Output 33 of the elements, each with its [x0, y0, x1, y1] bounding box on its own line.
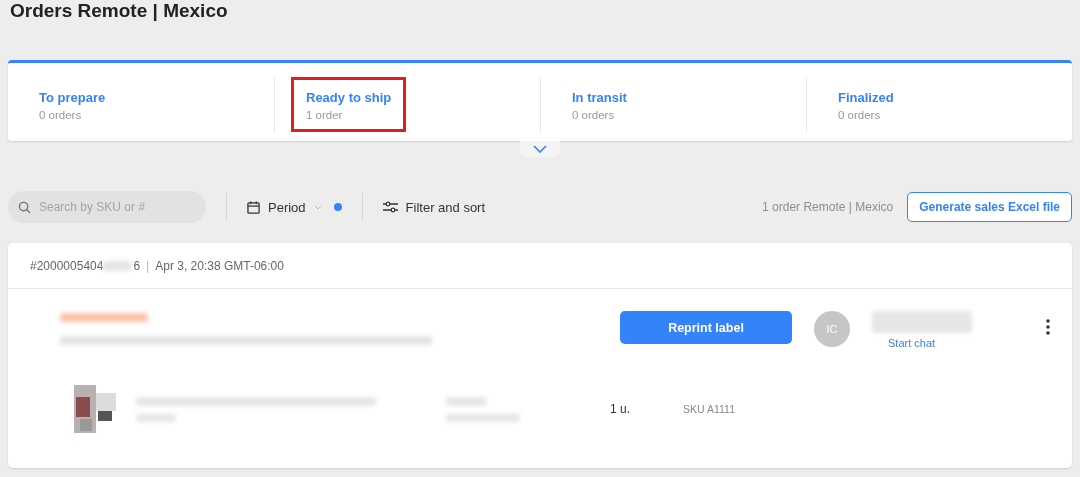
period-filter[interactable]: Period — [247, 199, 322, 215]
tab-label: To prepare — [39, 90, 106, 105]
search-box[interactable]: Search by SKU or # — [8, 191, 206, 223]
order-summary: 1 order Remote | Mexico — [762, 200, 894, 214]
separator: | — [146, 258, 150, 273]
status-tab[interactable]: In transit 0 orders — [557, 77, 642, 132]
status-tab[interactable]: To prepare 0 orders — [24, 77, 121, 132]
search-field[interactable]: Search by SKU or # — [37, 199, 191, 215]
item-sku: SKU A1111 — [683, 403, 735, 415]
tab-label: In transit — [572, 90, 627, 105]
more-options-icon[interactable] — [1046, 319, 1050, 335]
tab-count: 0 orders — [39, 109, 82, 121]
tab-count: 0 orders — [572, 109, 615, 121]
status-tab[interactable]: Ready to ship 1 order — [291, 77, 407, 132]
page-title: Orders Remote | Mexico — [9, 0, 229, 22]
reprint-label-button[interactable]: Reprint label — [620, 311, 792, 344]
status-tab[interactable]: Finalized 0 orders — [823, 77, 909, 132]
item-quantity: 1 u. — [610, 402, 630, 416]
order-number-end: 6 — [133, 258, 141, 273]
caret-icon — [313, 204, 322, 210]
tab-count: 0 orders — [838, 109, 881, 121]
filter-sort-button[interactable]: Filter and sort — [382, 199, 486, 215]
tab-label: Finalized — [838, 90, 894, 105]
export-button[interactable]: Generate sales Excel file — [907, 192, 1072, 222]
calendar-icon — [247, 200, 260, 214]
search-icon — [18, 200, 31, 214]
sliders-icon — [382, 201, 398, 213]
order-number: #2000005404 — [30, 258, 104, 273]
tab-count: 1 order — [306, 109, 343, 121]
chevron-down-icon — [533, 145, 547, 153]
order-date: Apr 3, 20:38 GMT-06:00 — [155, 258, 284, 273]
start-chat-link[interactable]: Start chat — [888, 337, 1012, 349]
tab-label: Ready to ship — [306, 90, 392, 105]
